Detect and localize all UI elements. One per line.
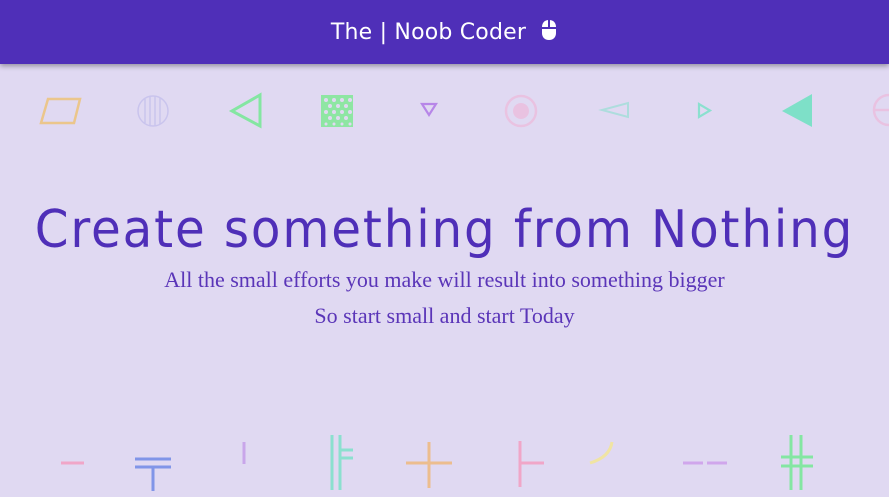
tee-icon bbox=[518, 441, 544, 487]
small-triangle-down-icon bbox=[419, 102, 439, 118]
hero-subtitle-line-2: So start small and start Today bbox=[314, 303, 575, 328]
brand-title: The | Noob Coder bbox=[330, 19, 527, 45]
ring-icon bbox=[504, 94, 538, 128]
double-bar-t-icon bbox=[135, 457, 171, 491]
navbar: The | Noob Coder bbox=[0, 0, 889, 64]
bottom-shapes-row bbox=[0, 432, 889, 497]
small-triangle-right-icon bbox=[697, 102, 713, 119]
plus-icon bbox=[406, 442, 452, 488]
thin-triangle-left-icon bbox=[598, 101, 629, 119]
mouse-icon bbox=[540, 19, 558, 41]
top-shapes-row bbox=[0, 85, 889, 135]
hero-section: Create something from Nothing All the sm… bbox=[0, 200, 889, 334]
double-bracket-icon bbox=[330, 435, 353, 490]
brand-link[interactable]: The | Noob Coder bbox=[331, 20, 558, 45]
triangle-left-filled-icon bbox=[782, 94, 812, 127]
hash-icon bbox=[781, 435, 813, 490]
dotted-square-icon bbox=[321, 95, 353, 127]
half-circle-icon bbox=[872, 93, 889, 127]
hero-subtitle-line-1: All the small efforts you make will resu… bbox=[164, 267, 725, 292]
striped-circle-icon bbox=[137, 95, 169, 127]
triangle-left-outline-icon bbox=[228, 92, 262, 129]
hero-title: Create something from Nothing bbox=[34, 200, 855, 260]
arc-icon bbox=[589, 441, 614, 465]
parallelogram-icon bbox=[39, 97, 82, 125]
